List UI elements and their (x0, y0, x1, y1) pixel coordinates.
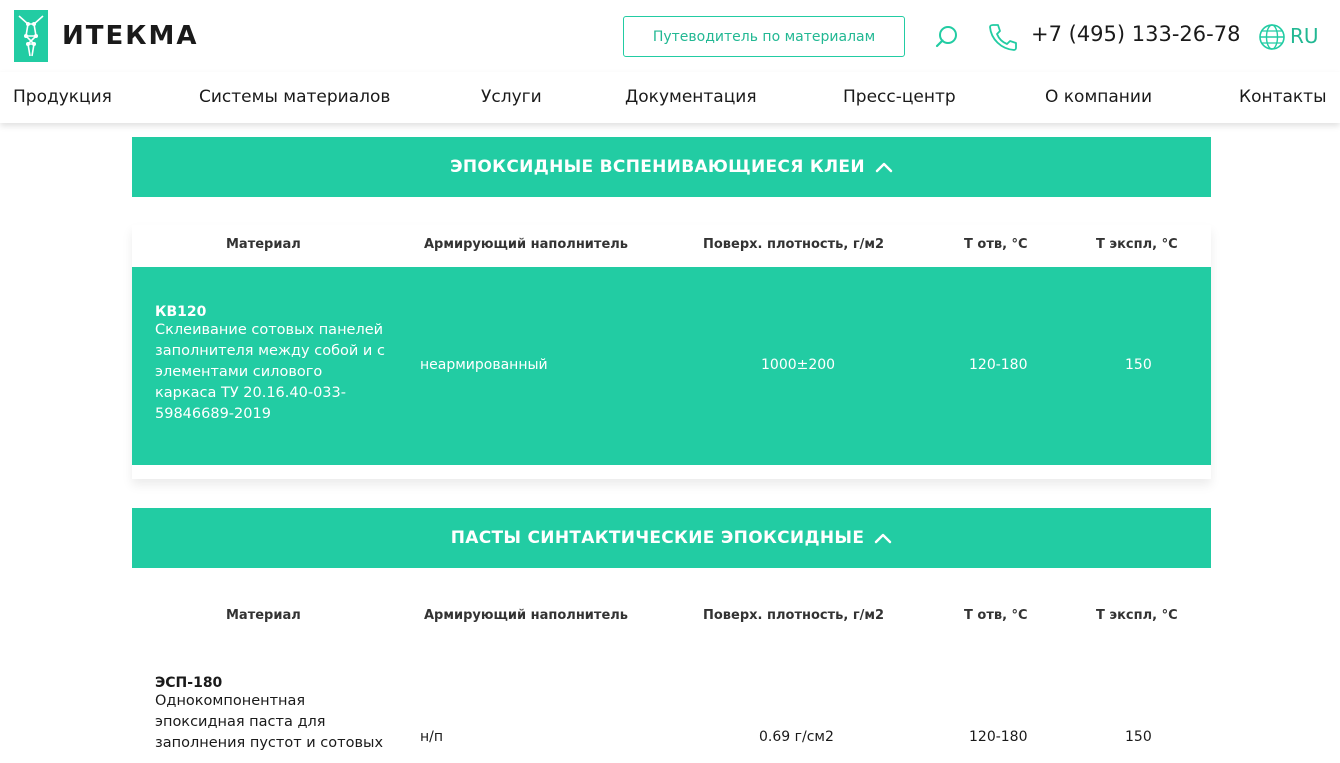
material-desc-line: Однокомпонентная (155, 693, 306, 709)
material-cell: ЭСП-180 Однокомпонентная эпоксидная паст… (155, 675, 385, 754)
search-icon[interactable] (934, 24, 960, 50)
table-header: Материал Армирующий наполнитель Поверх. … (132, 596, 1211, 638)
col-header-material: Материал (226, 608, 301, 623)
logo-text: ИТЕКМА (62, 21, 199, 51)
phone-number-link[interactable]: +7 (495) 133-26-78 (1031, 22, 1240, 46)
material-desc-line: эпоксидная паста для (155, 714, 326, 730)
col-header-filler: Армирующий наполнитель (424, 608, 629, 623)
language-switcher[interactable]: RU (1290, 24, 1319, 48)
material-cell: КВ120 Склеивание сотовых панелей заполни… (155, 304, 385, 425)
chevron-up-icon (875, 533, 892, 544)
material-desc-line: заполнителя между собой и с (155, 343, 385, 359)
table-row[interactable]: КВ120 Склеивание сотовых панелей заполни… (132, 267, 1211, 465)
col-header-density: Поверх. плотность, г/м2 (703, 237, 885, 252)
chevron-up-icon (875, 162, 893, 173)
nav-item-services[interactable]: Услуги (481, 87, 542, 107)
table-header: Материал Армирующий наполнитель Поверх. … (132, 225, 1211, 267)
nav-item-contacts[interactable]: Контакты (1239, 87, 1327, 107)
col-header-t-cure: Т отв, °С (964, 237, 1028, 252)
logo[interactable]: ИТЕКМА (14, 10, 199, 62)
material-desc-line: Склеивание сотовых панелей (155, 322, 384, 338)
col-header-density: Поверх. плотность, г/м2 (703, 608, 885, 623)
col-header-material: Материал (226, 237, 301, 252)
material-name: КВ120 (155, 304, 207, 320)
col-header-t-exp: Т экспл, °С (1096, 237, 1178, 252)
col-header-t-exp: Т экспл, °С (1096, 608, 1178, 623)
phone-icon (989, 24, 1017, 51)
material-desc-line: 59846689-2019 (155, 406, 271, 422)
section-title: ЭПОКСИДНЫЕ ВСПЕНИВАЮЩИЕСЯ КЛЕИ (450, 157, 865, 177)
material-desc-line: каркаса ТУ 20.16.40-033- (155, 385, 346, 401)
density-cell: 1000±200 (761, 357, 836, 373)
filler-cell: неармированный (420, 357, 548, 373)
t-exp-cell: 150 (1125, 357, 1152, 373)
section-toggle-syntactic-pastes[interactable]: ПАСТЫ СИНТАКТИЧЕСКИЕ ЭПОКСИДНЫЕ (132, 508, 1211, 568)
section-title: ПАСТЫ СИНТАКТИЧЕСКИЕ ЭПОКСИДНЫЕ (450, 528, 865, 548)
main-nav: Продукция Системы материалов Услуги Доку… (0, 72, 1340, 123)
table-row[interactable]: ЭСП-180 Однокомпонентная эпоксидная паст… (132, 638, 1211, 763)
materials-table: Материал Армирующий наполнитель Поверх. … (132, 225, 1211, 479)
col-header-t-cure: Т отв, °С (964, 608, 1028, 623)
t-cure-cell: 120-180 (969, 357, 1028, 373)
filler-cell: н/п (420, 729, 444, 745)
header: ИТЕКМА Путеводитель по материалам +7 (49… (0, 0, 1340, 72)
nav-item-material-systems[interactable]: Системы материалов (199, 87, 390, 107)
t-exp-cell: 150 (1125, 729, 1152, 745)
nav-item-about[interactable]: О компании (1045, 87, 1152, 107)
material-name: ЭСП-180 (155, 675, 223, 691)
materials-table: Материал Армирующий наполнитель Поверх. … (132, 596, 1211, 763)
t-cure-cell: 120-180 (969, 729, 1028, 745)
nav-item-press-center[interactable]: Пресс-центр (843, 87, 956, 107)
density-cell: 0.69 г/см2 (759, 729, 834, 745)
section-toggle-foaming-adhesives[interactable]: ЭПОКСИДНЫЕ ВСПЕНИВАЮЩИЕСЯ КЛЕИ (132, 137, 1211, 197)
col-header-filler: Армирующий наполнитель (424, 237, 629, 252)
nav-item-documentation[interactable]: Документация (625, 87, 757, 107)
globe-icon[interactable] (1258, 23, 1286, 51)
materials-guide-button[interactable]: Путеводитель по материалам (623, 16, 905, 57)
material-desc-line: элементами силового (155, 364, 323, 380)
logo-mark-icon (14, 10, 48, 62)
nav-item-products[interactable]: Продукция (13, 87, 112, 107)
material-desc-line: заполнения пустот и сотовых (155, 735, 384, 751)
